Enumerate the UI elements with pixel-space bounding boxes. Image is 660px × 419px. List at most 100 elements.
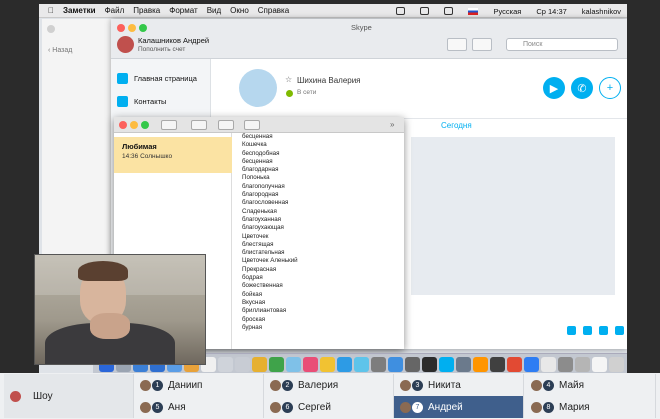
video-message-icon[interactable] [583, 326, 592, 335]
dock-app-icon[interactable] [252, 357, 267, 372]
menu-edit[interactable]: Правка [133, 6, 160, 15]
wifi-icon[interactable] [420, 7, 430, 15]
nav-home[interactable]: Главная страница [117, 73, 197, 84]
menu-file[interactable]: Файл [105, 6, 125, 15]
minimize-window-icon[interactable] [128, 24, 136, 32]
more-chevron-icon[interactable]: » [390, 120, 394, 129]
dock-app-icon[interactable] [235, 357, 250, 372]
back-button[interactable]: ‹ Назад [48, 47, 72, 54]
battery-icon[interactable] [444, 7, 454, 15]
notes-minimize-icon[interactable] [130, 121, 138, 129]
note-line: Сладенькая [242, 207, 277, 215]
note-line: Цветочек [242, 232, 269, 240]
dock-app-icon[interactable] [337, 357, 352, 372]
dock-app-icon[interactable] [456, 357, 471, 372]
compose-icon[interactable] [447, 38, 467, 51]
participant-7[interactable]: 6 Сергей [264, 396, 394, 418]
dock-app-icon[interactable] [269, 357, 284, 372]
dock-app-icon[interactable] [575, 357, 590, 372]
attach-icon[interactable] [567, 326, 576, 335]
dock-app-icon[interactable] [303, 357, 318, 372]
dock-app-icon[interactable] [320, 357, 335, 372]
dock-app-icon[interactable] [388, 357, 403, 372]
dock-app-icon[interactable] [473, 357, 488, 372]
trash-icon[interactable] [218, 120, 234, 130]
profile-name[interactable]: Калашников Андрей [138, 36, 209, 45]
participant-avatar [140, 401, 151, 413]
dock-app-icon[interactable] [490, 357, 505, 372]
zoom-window-icon[interactable] [139, 24, 147, 32]
add-participant-button[interactable]: + [599, 77, 621, 99]
participant-name: Майя [559, 379, 585, 391]
dock-app-icon[interactable] [558, 357, 573, 372]
note-line: благородная [242, 191, 279, 199]
contact-avatar[interactable] [239, 69, 277, 107]
participant-3[interactable]: 2 Валерия [264, 374, 394, 396]
dock-app-icon[interactable] [354, 357, 369, 372]
profile-avatar[interactable] [117, 36, 134, 53]
participant-number: 1 [152, 379, 163, 391]
note-meta: 14:36 Солнышко [122, 153, 172, 160]
dock-app-icon[interactable] [405, 357, 420, 372]
chat-message-area[interactable] [411, 137, 615, 295]
participant-2[interactable]: 1 Даниип [134, 374, 264, 396]
menu-app-name[interactable]: Заметки [63, 6, 96, 15]
participants-bar: Шоу 1 Даниип 2 Валерия 3 Никита 4 Майя 5 Аня 6 Серге… [0, 373, 660, 419]
note-line: Кошечка [242, 141, 267, 149]
participant-6[interactable]: 5 Аня [134, 396, 264, 418]
notes-zoom-icon[interactable] [141, 121, 149, 129]
back-label: Назад [52, 47, 73, 54]
notes-close-icon[interactable] [119, 121, 127, 129]
contacts-icon [117, 96, 128, 107]
dock-app-icon[interactable] [422, 357, 437, 372]
contact-card-icon[interactable] [599, 326, 608, 335]
video-call-button[interactable]: ▶ [543, 77, 565, 99]
favorite-star-icon[interactable]: ☆ [285, 75, 292, 84]
participant-5[interactable]: 4 Майя [525, 374, 656, 396]
window-close-icon[interactable] [47, 25, 55, 33]
participant-avatar [531, 401, 542, 413]
dock-app-icon[interactable] [592, 357, 607, 372]
search-input[interactable]: Поиск [506, 38, 618, 51]
audio-call-button[interactable]: ✆ [571, 77, 593, 99]
participant-8[interactable]: 7 Андрей [394, 396, 524, 418]
participant-4[interactable]: 3 Никита [394, 374, 524, 396]
close-window-icon[interactable] [117, 24, 125, 32]
note-editor[interactable]: бесценная Кошечка бесподобная бесценная благ… [242, 133, 402, 349]
dock-app-icon[interactable] [439, 357, 454, 372]
dock-app-icon[interactable] [609, 357, 624, 372]
dock-app-icon[interactable] [524, 357, 539, 372]
dock-app-icon[interactable] [371, 357, 386, 372]
participant-number: 8 [543, 401, 554, 413]
contact-name[interactable]: Шихина Валерия [297, 76, 361, 85]
menu-format[interactable]: Формат [169, 6, 197, 15]
skype-titlebar: Skype Калашников Андрей Пополнить счет П… [111, 19, 627, 59]
dialpad-icon[interactable] [472, 38, 492, 51]
profile-subtitle[interactable]: Пополнить счет [138, 46, 185, 53]
dock-app-icon[interactable] [507, 357, 522, 372]
menu-view[interactable]: Вид [207, 6, 221, 15]
selected-note-item[interactable]: Любимая 14:36 Солнышко [114, 137, 232, 173]
participant-9[interactable]: 8 Мария [525, 396, 656, 418]
menu-help[interactable]: Справка [258, 6, 289, 15]
gallery-view-icon[interactable] [191, 120, 207, 130]
clock[interactable]: Ср 14:37 [536, 7, 566, 16]
participant-name: Андрей [428, 401, 463, 413]
participant-host[interactable]: Шоу [4, 374, 134, 418]
sidebar-toggle-icon[interactable] [161, 120, 177, 130]
participant-number: 3 [412, 379, 423, 391]
user-name[interactable]: kalashnikov [582, 7, 621, 16]
emoji-icon[interactable] [615, 326, 624, 335]
note-line: блистательная [242, 249, 285, 257]
nav-contacts[interactable]: Контакты [117, 96, 166, 107]
menu-window[interactable]: Окно [230, 6, 249, 15]
dock-app-icon[interactable] [541, 357, 556, 372]
new-note-icon[interactable] [244, 120, 260, 130]
dock-app-icon[interactable] [286, 357, 301, 372]
status-icon[interactable] [396, 7, 406, 15]
apple-icon[interactable]:  [48, 6, 54, 15]
dock-app-icon[interactable] [218, 357, 233, 372]
note-line: бурная [242, 323, 263, 331]
input-language[interactable]: Русская [493, 7, 521, 16]
note-line: Цветочек Аленький [242, 257, 298, 265]
